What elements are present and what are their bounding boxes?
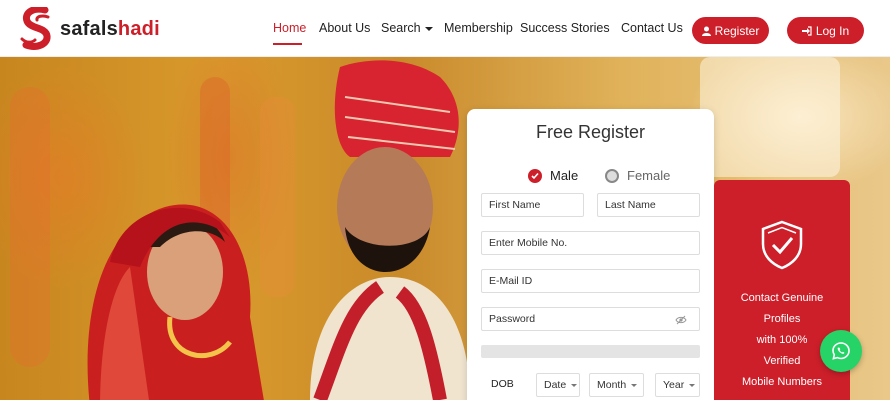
gender-male-radio[interactable]: Male xyxy=(528,168,578,183)
user-icon xyxy=(701,26,711,36)
dob-label: DOB xyxy=(491,378,514,390)
groom-figure xyxy=(310,60,470,400)
whatsapp-icon xyxy=(832,342,850,360)
side-line-2: Profiles xyxy=(763,313,801,325)
login-button[interactable]: Log In xyxy=(787,17,864,44)
first-name-input[interactable]: First Name xyxy=(481,193,584,217)
eye-slash-icon[interactable] xyxy=(675,315,687,325)
dob-year-label: Year xyxy=(663,379,685,391)
dob-year-select[interactable]: Year xyxy=(655,373,700,397)
gender-male-label: Male xyxy=(550,168,579,183)
dob-month-label: Month xyxy=(597,379,627,391)
whatsapp-button[interactable] xyxy=(820,330,862,372)
last-name-input[interactable]: Last Name xyxy=(597,193,700,217)
dob-date-select[interactable]: Date xyxy=(536,373,580,397)
logo-s-icon xyxy=(20,7,51,50)
unchecked-radio-icon xyxy=(605,168,619,183)
side-line-5: Mobile Numbers xyxy=(741,376,823,388)
site-logo[interactable]: safalshadi xyxy=(18,6,160,52)
nav-active-underline xyxy=(273,43,302,45)
shield-check-icon xyxy=(761,220,803,270)
gender-female-label: Female xyxy=(627,168,671,183)
password-strength-bar xyxy=(481,345,700,358)
nav-contact-us[interactable]: Contact Us xyxy=(621,21,683,35)
caret-down-icon xyxy=(631,383,638,387)
brand-name-part1: safals xyxy=(60,17,118,40)
nav-search[interactable]: Search xyxy=(381,21,433,35)
caret-down-icon xyxy=(689,383,696,387)
password-placeholder: Password xyxy=(489,313,536,325)
register-button-label: Register xyxy=(714,23,760,38)
login-button-label: Log In xyxy=(815,23,850,38)
checked-icon xyxy=(528,168,542,183)
nav-about-us[interactable]: About Us xyxy=(319,21,370,35)
password-input[interactable]: Password xyxy=(481,307,700,331)
nav-home[interactable]: Home xyxy=(273,21,306,35)
dob-month-select[interactable]: Month xyxy=(589,373,644,397)
email-input[interactable]: E-Mail ID xyxy=(481,269,700,293)
login-icon xyxy=(801,25,812,36)
caret-down-icon xyxy=(424,26,433,31)
side-line-1: Contact Genuine xyxy=(740,292,824,304)
register-button[interactable]: Register xyxy=(692,17,769,44)
caret-down-icon xyxy=(571,383,578,387)
gender-female-radio[interactable]: Female xyxy=(605,168,670,183)
site-header: safalshadi Home About Us Search Membersh… xyxy=(0,0,890,57)
mobile-input[interactable]: Enter Mobile No. xyxy=(481,231,700,255)
bride-figure xyxy=(87,204,264,400)
dob-date-label: Date xyxy=(544,379,567,391)
nav-membership[interactable]: Membership xyxy=(444,21,513,35)
nav-search-label: Search xyxy=(381,21,421,35)
brand-name-part2: hadi xyxy=(117,17,160,40)
brand-name: safalshadi xyxy=(60,18,160,41)
nav-success-stories[interactable]: Success Stories xyxy=(520,21,610,35)
register-form-card: Free Register Male Female First Name Las… xyxy=(467,109,714,400)
register-title: Free Register xyxy=(535,122,646,142)
